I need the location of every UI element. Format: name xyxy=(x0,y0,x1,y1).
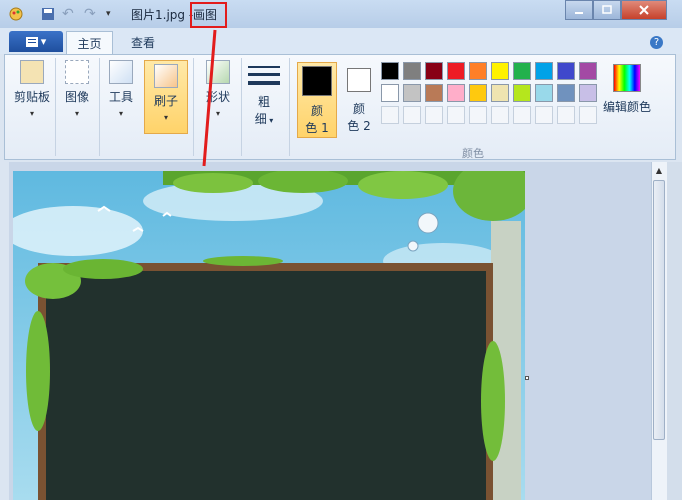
maximize-button[interactable] xyxy=(593,0,621,20)
tools-button[interactable]: 工具 ▾ xyxy=(101,60,141,118)
clipboard-label: 剪贴板 xyxy=(13,90,50,104)
brushes-label: 刷子 xyxy=(153,94,178,108)
palette-swatch[interactable] xyxy=(447,62,465,80)
tab-view[interactable]: 查看 xyxy=(121,31,165,54)
window-right-border xyxy=(667,162,682,500)
chevron-down-icon: ▾ xyxy=(215,109,220,118)
palette-empty-swatch[interactable] xyxy=(425,106,443,124)
image-label: 图像 xyxy=(64,90,89,104)
tools-icon xyxy=(109,60,133,84)
image-button[interactable]: 图像 ▾ xyxy=(58,60,96,118)
palette-swatch[interactable] xyxy=(381,62,399,80)
color1-label-line2: 色 1 xyxy=(305,121,329,135)
color-wheel-icon xyxy=(613,64,641,92)
color2-label-line2: 色 2 xyxy=(347,119,371,133)
palette-swatch[interactable] xyxy=(535,84,553,102)
canvas-picture[interactable] xyxy=(13,171,525,500)
palette-empty-swatch[interactable] xyxy=(557,106,575,124)
palette-empty-swatch[interactable] xyxy=(513,106,531,124)
save-icon[interactable] xyxy=(40,6,56,22)
chevron-down-icon: ▾ xyxy=(163,113,168,122)
window-title: 图片1.jpg - xyxy=(131,6,193,23)
palette-swatch[interactable] xyxy=(447,84,465,102)
palette-empty-swatch[interactable] xyxy=(381,106,399,124)
color1-swatch xyxy=(302,66,332,96)
paint-app-icon[interactable] xyxy=(8,6,24,22)
file-menu-arrow: ▾ xyxy=(40,35,47,48)
palette-swatch[interactable] xyxy=(579,62,597,80)
color2-label-line1: 颜 xyxy=(352,102,365,116)
palette-swatch[interactable] xyxy=(381,84,399,102)
size-label-line2: 细 xyxy=(254,112,267,126)
line-size-icon xyxy=(248,66,280,85)
palette-swatch[interactable] xyxy=(469,84,487,102)
palette-empty-swatch[interactable] xyxy=(535,106,553,124)
palette-swatch[interactable] xyxy=(425,62,443,80)
help-icon[interactable]: ? xyxy=(650,36,663,49)
canvas-resize-handle[interactable] xyxy=(525,376,529,380)
group-divider xyxy=(55,58,56,156)
color1-label-line1: 颜 xyxy=(310,104,323,118)
select-icon xyxy=(65,60,89,84)
redo-icon[interactable]: ↷ xyxy=(84,6,100,22)
palette-empty-swatch[interactable] xyxy=(579,106,597,124)
group-divider xyxy=(99,58,100,156)
palette-empty-swatch[interactable] xyxy=(491,106,509,124)
size-label-line1: 粗 xyxy=(257,95,270,109)
group-divider xyxy=(193,58,194,156)
palette-swatch[interactable] xyxy=(535,62,553,80)
clipboard-button[interactable]: 剪贴板 ▾ xyxy=(12,60,52,118)
close-button[interactable] xyxy=(621,0,667,20)
palette-swatch[interactable] xyxy=(579,84,597,102)
edit-colors-label: 编辑颜色 xyxy=(602,100,651,114)
brushes-button[interactable]: 刷子 ▾ xyxy=(144,60,188,134)
color2-swatch xyxy=(347,68,371,92)
colors-group-label: 颜色 xyxy=(462,147,484,160)
palette-empty-swatch[interactable] xyxy=(403,106,421,124)
group-divider xyxy=(289,58,290,156)
annotation-highlight-box xyxy=(190,2,227,28)
palette-swatch[interactable] xyxy=(557,84,575,102)
palette-swatch[interactable] xyxy=(403,84,421,102)
shapes-icon xyxy=(206,60,230,84)
chevron-down-icon: ▾ xyxy=(29,109,34,118)
scrollbar-thumb[interactable] xyxy=(653,180,665,440)
palette-swatch[interactable] xyxy=(557,62,575,80)
palette-swatch[interactable] xyxy=(513,62,531,80)
palette-empty-swatch[interactable] xyxy=(447,106,465,124)
size-button[interactable]: 粗 细 ▾ xyxy=(246,64,282,127)
minimize-button[interactable] xyxy=(565,0,593,20)
file-title: 图片1.jpg xyxy=(131,8,186,22)
shapes-button[interactable]: 形状 ▾ xyxy=(198,60,238,118)
chevron-down-icon: ▾ xyxy=(74,109,79,118)
palette-swatch[interactable] xyxy=(469,62,487,80)
brush-icon xyxy=(154,64,178,88)
clipboard-icon xyxy=(20,60,44,84)
palette-swatch[interactable] xyxy=(491,84,509,102)
palette-empty-swatch[interactable] xyxy=(469,106,487,124)
edit-colors-button[interactable]: 编辑颜色 xyxy=(600,62,654,115)
palette-swatch[interactable] xyxy=(491,62,509,80)
shapes-label: 形状 xyxy=(205,90,230,104)
color1-button[interactable]: 颜 色 1 xyxy=(297,62,337,138)
palette-swatch[interactable] xyxy=(513,84,531,102)
qat-customize-icon[interactable]: ▾ xyxy=(106,9,122,25)
chevron-down-icon: ▾ xyxy=(118,109,123,118)
tab-home[interactable]: 主页 xyxy=(66,31,113,54)
undo-icon[interactable]: ↶ xyxy=(62,6,78,22)
palette-swatch[interactable] xyxy=(425,84,443,102)
group-divider xyxy=(241,58,242,156)
palette-swatch[interactable] xyxy=(403,62,421,80)
color2-button[interactable]: 颜 色 2 xyxy=(343,62,375,134)
file-menu-button[interactable]: ▾ xyxy=(9,31,63,52)
tools-label: 工具 xyxy=(108,90,133,104)
scroll-up-icon[interactable]: ▲ xyxy=(651,162,667,178)
